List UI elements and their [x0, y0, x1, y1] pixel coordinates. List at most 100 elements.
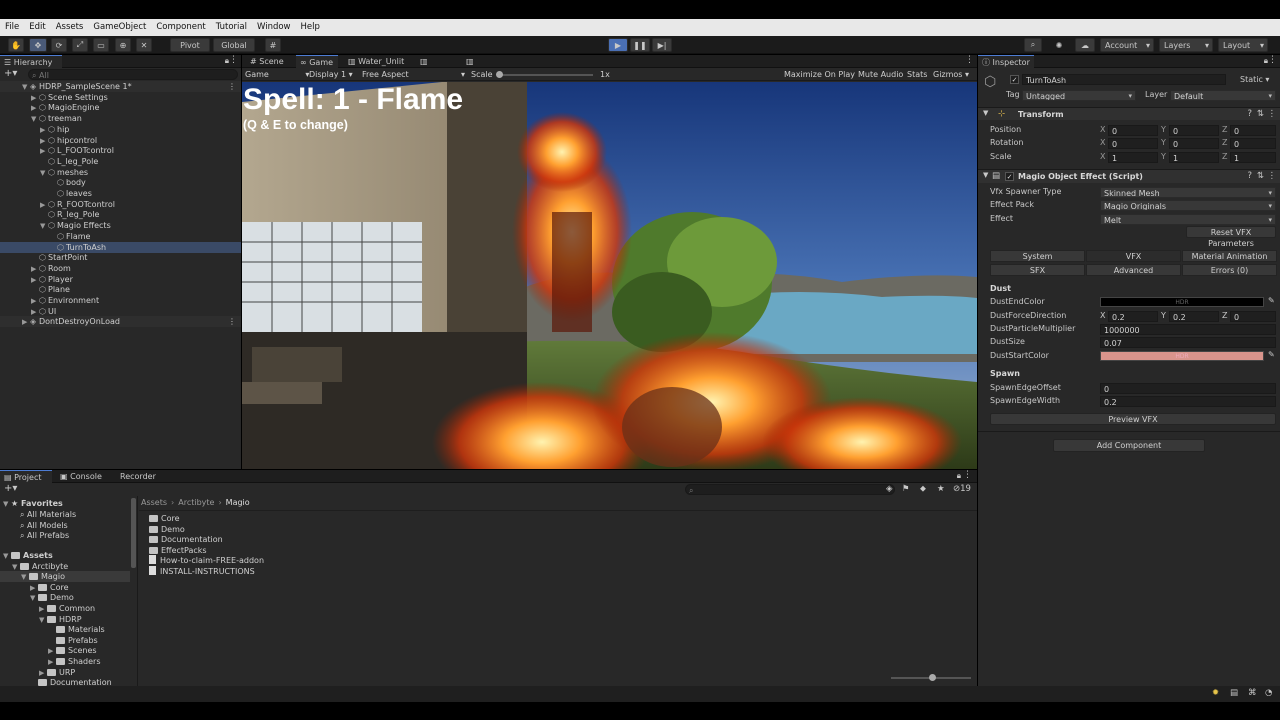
- cache-icon[interactable]: ▤: [1230, 688, 1238, 698]
- project-tree-item[interactable]: ▼ Assets: [0, 550, 130, 561]
- tab-scene[interactable]: # Scene: [246, 55, 290, 68]
- transform-position-x[interactable]: 0: [1108, 125, 1158, 136]
- dust-mult-input[interactable]: 1000000: [1100, 324, 1276, 335]
- favorites-header[interactable]: ▼ ★ Favorites: [3, 498, 63, 509]
- menu-file[interactable]: File: [0, 19, 24, 36]
- icon-size-slider-handle[interactable]: [929, 674, 936, 681]
- hierarchy-item[interactable]: ⬡ leaves: [0, 188, 241, 199]
- preset-icon[interactable]: ⇅: [1257, 109, 1264, 119]
- favorite-item[interactable]: ⌕ All Models: [20, 520, 68, 531]
- star-icon[interactable]: ★: [937, 484, 945, 494]
- hierarchy-item[interactable]: ⬡ L_leg_Pole: [0, 156, 241, 167]
- hierarchy-item[interactable]: ▶ ⬡ hipcontrol: [0, 135, 241, 146]
- eyedropper-icon[interactable]: ✎: [1268, 296, 1275, 305]
- menu-window[interactable]: Window: [252, 19, 296, 36]
- dust-end-color-swatch[interactable]: HDR: [1100, 297, 1264, 307]
- hierarchy-item[interactable]: ▼ ⬡ Magio Effects: [0, 220, 241, 231]
- game-dropdown[interactable]: Game ▾: [245, 69, 309, 80]
- kebab-menu-icon[interactable]: ⋮: [229, 55, 238, 65]
- hierarchy-item[interactable]: ▶ ⬡ MagioEngine: [0, 102, 241, 113]
- add-icon[interactable]: +▾: [4, 483, 17, 495]
- tab-magiodistancebasedblend[interactable]: ▥ MagioDistanceBasedBlend: [462, 55, 572, 79]
- favorite-item[interactable]: ⌕ All Materials: [20, 509, 76, 520]
- menu-component[interactable]: Component: [151, 19, 210, 36]
- kebab-menu-icon[interactable]: ⋮: [1268, 171, 1277, 181]
- vfx-tab-material-animation[interactable]: Material Animation: [1182, 250, 1277, 262]
- transform-scale-x[interactable]: 1: [1108, 151, 1158, 163]
- layers-dropdown[interactable]: Layers ▾: [1159, 38, 1213, 52]
- breadcrumb-item[interactable]: Magio: [226, 498, 250, 507]
- move-tool-icon[interactable]: ✥: [29, 38, 47, 52]
- progress-icon[interactable]: ◔: [1265, 688, 1272, 698]
- mute-audio-toggle[interactable]: Mute Audio: [858, 69, 903, 80]
- hierarchy-search-input[interactable]: ⌕ All: [28, 69, 238, 80]
- project-tree-item[interactable]: ▶ Common: [0, 603, 130, 614]
- step-button[interactable]: ▶|: [652, 38, 672, 52]
- file-item[interactable]: Core: [149, 513, 180, 524]
- filter-label-icon[interactable]: ⚑: [902, 484, 910, 494]
- filter-type-icon[interactable]: ◈: [886, 484, 893, 494]
- project-tree-item[interactable]: ▶ Scenes: [0, 645, 130, 656]
- tab-water[interactable]: ▥ Water: [416, 55, 456, 79]
- network-icon[interactable]: ⌘: [1248, 688, 1257, 698]
- project-tree-item[interactable]: ▼ HDRP: [0, 614, 130, 625]
- collab-icon[interactable]: ✺: [1050, 38, 1068, 52]
- display-dropdown[interactable]: Display 1 ▾: [309, 69, 353, 80]
- scale-slider-handle[interactable]: [496, 71, 503, 78]
- add-icon[interactable]: +▾: [4, 68, 17, 80]
- kebab-menu-icon[interactable]: ⋮: [965, 55, 974, 65]
- gizmos-dropdown[interactable]: Gizmos ▾: [933, 69, 969, 80]
- help-icon[interactable]: ?: [1247, 109, 1252, 119]
- tab-water_unlit[interactable]: ▥ Water_Unlit: [344, 55, 410, 68]
- transform-rotation-x[interactable]: 0: [1108, 138, 1158, 150]
- script-enabled-checkbox[interactable]: ✓: [1005, 172, 1014, 181]
- vfx-tab-sfx[interactable]: SFX: [990, 264, 1085, 276]
- hierarchy-item[interactable]: ▶ ⬡ Environment: [0, 295, 241, 306]
- rotate-tool-icon[interactable]: ⟳: [51, 38, 67, 52]
- hierarchy-item[interactable]: ▶ ⬡ L_FOOTcontrol: [0, 145, 241, 156]
- chevron-icon[interactable]: ▶: [22, 317, 30, 328]
- aspect-dropdown[interactable]: Free Aspect ▾: [362, 69, 465, 80]
- transform-position-y[interactable]: 0: [1169, 125, 1219, 136]
- transform-header[interactable]: ▼ ⊹ Transform ? ⇅ ⋮: [978, 107, 1280, 120]
- play-button[interactable]: ▶: [608, 38, 628, 52]
- menu-tutorial[interactable]: Tutorial: [211, 19, 252, 36]
- transform-tool-icon[interactable]: ⊕: [115, 38, 131, 52]
- bug-icon[interactable]: ✹: [1212, 688, 1219, 698]
- layer-dropdown[interactable]: Default: [1170, 90, 1276, 101]
- kebab-menu-icon[interactable]: ⋮: [228, 81, 236, 92]
- vfx-tab-errors-0-[interactable]: Errors (0): [1182, 264, 1277, 276]
- project-tree-item[interactable]: ▼ Magio: [0, 571, 130, 583]
- preset-icon[interactable]: ⇅: [1257, 171, 1264, 181]
- hierarchy-item[interactable]: ▶ ⬡ UI: [0, 306, 241, 317]
- breadcrumb-item[interactable]: Arctibyte: [178, 498, 214, 507]
- script-field-dropdown[interactable]: Magio Originals: [1100, 200, 1276, 212]
- active-checkbox[interactable]: ✓: [1010, 75, 1019, 84]
- project-tree-item[interactable]: Materials: [0, 624, 130, 635]
- stats-toggle[interactable]: Stats: [907, 69, 927, 80]
- dust-force-y[interactable]: 0.2: [1169, 311, 1219, 322]
- file-item[interactable]: Demo: [149, 524, 185, 535]
- dust-start-color-swatch[interactable]: HDR: [1100, 351, 1264, 361]
- tab-game[interactable]: ∞ Game: [296, 55, 338, 68]
- tab-project[interactable]: ▤ Project: [0, 470, 52, 483]
- file-item[interactable]: How-to-claim-FREE-addon: [149, 555, 264, 566]
- hierarchy-item[interactable]: ▶ ◈ DontDestroyOnLoad ⋮: [0, 316, 241, 328]
- vfx-tab-advanced[interactable]: Advanced: [1086, 264, 1181, 276]
- hierarchy-item[interactable]: ⬡ R_leg_Pole: [0, 209, 241, 220]
- tag-icon[interactable]: ⬥: [920, 484, 926, 494]
- tree-scrollbar[interactable]: [131, 498, 136, 568]
- menu-gameobject[interactable]: GameObject: [88, 19, 151, 36]
- object-name-input[interactable]: TurnToAsh: [1022, 74, 1226, 85]
- tab-inspector[interactable]: ⓘ Inspector: [978, 55, 1034, 68]
- transform-rotation-y[interactable]: 0: [1169, 138, 1219, 150]
- project-tree-item[interactable]: ▶ Shaders: [0, 656, 130, 667]
- menu-edit[interactable]: Edit: [24, 19, 50, 36]
- scale-slider-track[interactable]: [498, 74, 593, 76]
- script-field-dropdown[interactable]: Melt: [1100, 213, 1276, 225]
- hierarchy-item[interactable]: ⬡ Flame: [0, 231, 241, 242]
- kebab-menu-icon[interactable]: ⋮: [1268, 55, 1277, 65]
- hierarchy-item[interactable]: ▶ ⬡ Room: [0, 263, 241, 274]
- hierarchy-item[interactable]: ▶ ⬡ Player: [0, 274, 241, 285]
- hierarchy-item[interactable]: ⬡ TurnToAsh: [0, 241, 241, 253]
